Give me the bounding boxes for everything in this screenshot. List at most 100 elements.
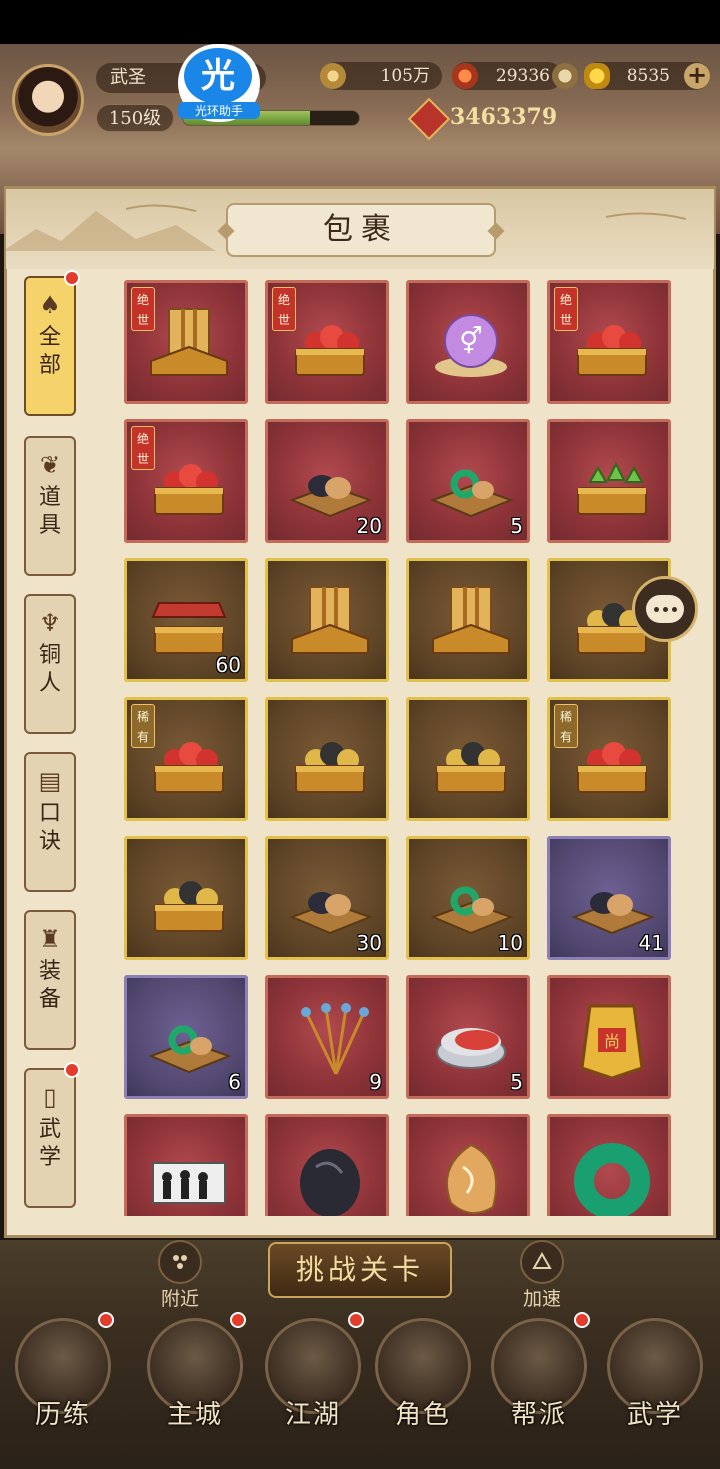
inventory-item[interactable]: 41 [547,836,671,960]
inventory-item[interactable]: 5 [406,975,530,1099]
gender-orb-icon: ⚥ [435,314,507,377]
rarity-tag: 绝世 [131,426,155,470]
inventory-item[interactable] [265,558,389,682]
status-bar [0,0,720,44]
amber-stone-icon [446,1143,498,1214]
inventory-item[interactable] [406,558,530,682]
inventory-item[interactable]: 绝世 [547,280,671,404]
book-icon: ▯ [43,1083,57,1111]
helper-logo-icon: 光 [184,48,252,104]
rarity-tag: 绝世 [272,287,296,331]
inventory-item[interactable] [406,697,530,821]
black-stone-icon [300,1149,360,1216]
helper-label: 光环助手 [178,102,260,119]
orb-chest-icon [154,464,224,515]
rank-label: 武圣 [110,67,146,88]
helper-badge[interactable]: 光 光环助手 [178,44,260,122]
ink-scroll-icon [152,1162,226,1204]
nav-label: 帮派 [510,1400,567,1430]
speedup-button[interactable]: 加速 [510,1240,574,1311]
tab-label: 装备 [38,959,61,1012]
inventory-item[interactable]: 绝世 [124,280,248,404]
hairpins-icon [301,1003,369,1075]
tab-label: 道具 [38,485,61,538]
nav-notification-badge [348,1312,364,1328]
add-gold-button[interactable]: + [684,63,710,89]
bronze-man-icon: ♆ [39,609,61,637]
nav-notification-badge [98,1312,114,1328]
tab-bronze-man[interactable]: ♆ 铜人 [24,594,76,734]
inventory-item[interactable] [124,836,248,960]
item-count: 30 [356,931,382,955]
tab-notification-badge [64,270,80,286]
inventory-item[interactable] [547,419,671,543]
tab-items[interactable]: ❦ 道具 [24,436,76,576]
nearby-icon [158,1240,202,1284]
player-avatar[interactable] [12,64,84,136]
nav-city[interactable]: 主城 [140,1318,250,1448]
svg-text:⚥: ⚥ [459,326,482,357]
rouge-box-icon [436,1028,506,1069]
orb-chest-icon [577,325,647,376]
inventory-item[interactable] [124,1114,248,1216]
rarity-tag: 绝世 [131,287,155,331]
inventory-item[interactable]: 30 [265,836,389,960]
panel-title: 包裹 [226,203,496,257]
jade-tray-icon [430,886,514,935]
stones-tray-icon [289,475,373,518]
gold-ingot-icon [584,63,610,89]
challenge-stage-button[interactable]: 挑战关卡 [268,1242,452,1298]
nav-jianghu[interactable]: 江湖 [258,1318,368,1448]
nearby-label: 附近 [160,1288,199,1310]
inventory-item[interactable]: 6 [124,975,248,1099]
inventory-item[interactable] [265,697,389,821]
silver-icon [552,63,578,89]
inventory-item[interactable]: 稀有 [124,697,248,821]
item-count: 10 [497,931,523,955]
inventory-item[interactable] [406,1114,530,1216]
tab-all[interactable]: ♠ 全部 [24,276,76,416]
nav-label: 主城 [166,1400,223,1430]
tab-label: 口诀 [38,801,61,854]
scroll-icon: ▤ [38,767,62,795]
inventory-item[interactable]: 稀有 [547,697,671,821]
rarity-tag: 稀有 [131,704,155,748]
inventory-item[interactable]: 9 [265,975,389,1099]
inventory-item[interactable] [547,1114,671,1216]
rarity-tag: 绝世 [554,287,578,331]
inventory-item[interactable]: 绝世 [265,280,389,404]
nav-training[interactable]: 历练 [8,1318,118,1448]
item-count: 9 [369,1070,382,1094]
item-count: 5 [510,514,523,538]
nav-guild[interactable]: 帮派 [484,1318,594,1448]
nav-character[interactable]: 角色 [368,1318,478,1448]
nearby-button[interactable]: 附近 [148,1240,212,1311]
nav-label: 历练 [34,1400,91,1430]
tab-notification-badge [64,1062,80,1078]
nav-notification-badge [574,1312,590,1328]
tab-formula[interactable]: ▤ 口诀 [24,752,76,892]
chat-button[interactable] [632,576,698,642]
item-count: 5 [510,1070,523,1094]
inventory-item[interactable]: 10 [406,836,530,960]
fan-icon: ♠ [39,291,61,319]
book-chest-icon [291,586,369,654]
inventory-item[interactable]: 绝世 [124,419,248,543]
inventory-item[interactable]: 60 [124,558,248,682]
nav-martial-scroll[interactable]: 武学 [600,1318,710,1448]
inventory-item[interactable]: 20 [265,419,389,543]
nav-notification-badge [230,1312,246,1328]
inventory-item[interactable]: 尚 [547,975,671,1099]
orb-chest-icon [577,742,647,793]
chat-bubble-icon [646,595,684,623]
item-count: 41 [638,931,664,955]
inventory-item[interactable]: 5 [406,419,530,543]
item-count: 6 [228,1070,241,1094]
tab-equipment[interactable]: ♜ 装备 [24,910,76,1050]
orb-chest-icon [295,325,365,376]
inventory-item[interactable] [265,1114,389,1216]
item-count: 20 [356,514,382,538]
inventory-item[interactable]: ⚥ [406,280,530,404]
green-gem-chest-icon [577,461,647,515]
tab-martial-arts[interactable]: ▯ 武学 [24,1068,76,1208]
